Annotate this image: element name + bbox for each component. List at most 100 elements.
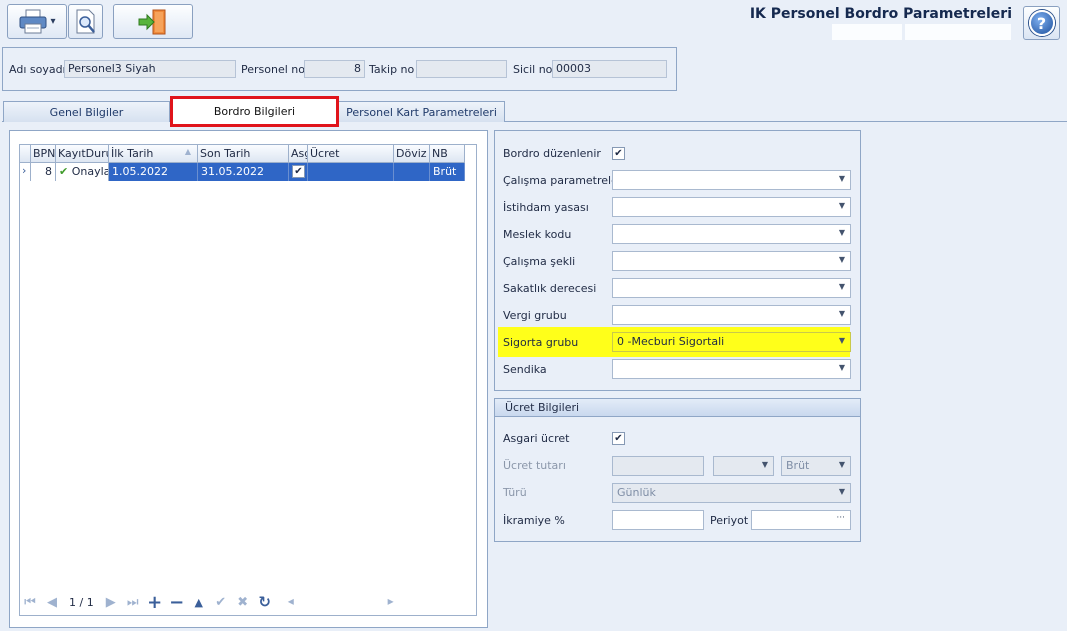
chevron-down-icon: ▼ <box>838 487 845 496</box>
column-nb[interactable]: NB <box>430 145 465 163</box>
row-indicator: › <box>20 163 31 181</box>
column-son-tarih[interactable]: Son Tarih <box>198 145 289 163</box>
horizontal-scrollbar[interactable]: ◂ ▸ <box>283 593 396 611</box>
chevron-down-icon: ▼ <box>838 460 845 469</box>
print-dropdown-icon[interactable]: ▾ <box>50 16 55 27</box>
exit-button[interactable] <box>113 4 193 39</box>
column-ilk-tarih[interactable]: İlk Tarih ▲ <box>109 145 198 163</box>
chevron-down-icon: ▼ <box>838 255 845 264</box>
brut-net-value: Brüt <box>786 459 810 472</box>
printer-icon <box>19 9 47 33</box>
calisma-parametreleri-select[interactable]: ▼ <box>612 170 851 190</box>
istihdam-yasasi-select[interactable]: ▼ <box>612 197 851 217</box>
name-field: Personel3 Siyah <box>64 60 236 78</box>
ellipsis-icon[interactable]: ··· <box>836 513 845 523</box>
sakatlik-derecesi-select[interactable]: ▼ <box>612 278 851 298</box>
help-button[interactable]: ? <box>1023 6 1060 40</box>
chevron-down-icon: ▼ <box>761 460 768 469</box>
calisma-sekli-label: Çalışma şekli <box>503 255 576 268</box>
print-preview-button[interactable] <box>68 4 103 39</box>
confirm-edit-icon[interactable]: ✔ <box>210 591 232 613</box>
bordro-duzenlenir-label: Bordro düzenlenir <box>503 147 601 160</box>
column-bpn[interactable]: BPN <box>31 145 56 163</box>
vergi-grubu-select[interactable]: ▼ <box>612 305 851 325</box>
tab-genel-bilgiler[interactable]: Genel Bilgiler <box>3 101 170 122</box>
move-up-icon[interactable]: ▲ <box>188 591 210 613</box>
column-ilk-tarih-label: İlk Tarih <box>111 147 154 160</box>
brut-net-select[interactable]: Brüt ▼ <box>781 456 851 476</box>
ucret-bilgileri-group: Ücret Bilgileri Asgari ücret ✔ Ücret tut… <box>494 398 861 542</box>
turu-label: Türü <box>503 486 527 499</box>
first-record-icon[interactable]: ⏮ <box>19 591 41 613</box>
sendika-select[interactable]: ▼ <box>612 359 851 379</box>
personnel-header-panel: Adı soyadı Personel3 Siyah Personel no 8… <box>2 47 677 91</box>
bordro-duzenlenir-checkbox[interactable]: ✔ <box>612 147 625 160</box>
cell-ilk-tarih: 1.05.2022 <box>109 163 198 181</box>
meslek-kodu-label: Meslek kodu <box>503 228 572 241</box>
ucret-tutari-label: Ücret tutarı <box>503 459 566 472</box>
title-decoration <box>832 24 902 40</box>
grid-row-indicator-header <box>20 145 31 163</box>
cell-nb: Brüt <box>430 163 465 181</box>
sort-ascending-icon: ▲ <box>184 147 191 156</box>
chevron-down-icon: ▼ <box>838 309 845 318</box>
sigorta-grubu-label: Sigorta grubu <box>503 336 579 349</box>
delete-record-icon[interactable]: − <box>166 591 188 613</box>
istihdam-yasasi-label: İstihdam yasası <box>503 201 589 214</box>
currency-select[interactable]: ▼ <box>713 456 774 476</box>
periyot-input[interactable]: ··· <box>751 510 851 530</box>
personel-no-field: 8 <box>304 60 365 78</box>
sigorta-grubu-select[interactable]: 0 -Mecburi Sigortali ▼ <box>612 332 851 352</box>
chevron-down-icon: ▼ <box>838 228 845 237</box>
chevron-down-icon: ▼ <box>838 282 845 291</box>
meslek-kodu-select[interactable]: ▼ <box>612 224 851 244</box>
last-record-icon[interactable]: ⏭ <box>122 591 144 613</box>
asgari-ucret-checkbox[interactable]: ✔ <box>612 432 625 445</box>
title-decoration <box>905 24 1011 40</box>
asgari-ucret-label: Asgari ücret <box>503 432 570 445</box>
vergi-grubu-label: Vergi grubu <box>503 309 567 322</box>
column-kayit-durumu[interactable]: KayıtDurumu <box>56 145 109 163</box>
sigorta-grubu-value: 0 -Mecburi Sigortali <box>617 335 725 348</box>
takip-no-field <box>416 60 507 78</box>
calisma-sekli-select[interactable]: ▼ <box>612 251 851 271</box>
scroll-right-icon[interactable]: ▸ <box>388 594 394 608</box>
next-record-icon[interactable]: ▶ <box>100 591 122 613</box>
cell-asgari: ✔ <box>289 163 308 181</box>
cell-bpn: 8 <box>31 163 56 181</box>
sicil-no-field: 00003 <box>552 60 667 78</box>
bordro-grid[interactable]: BPN KayıtDurumu İlk Tarih ▲ Son Tarih As… <box>19 144 477 616</box>
approved-check-icon: ✔ <box>59 165 69 178</box>
exit-door-icon <box>138 9 166 34</box>
tab-personel-kart-parametreleri[interactable]: Personel Kart Parametreleri <box>338 101 505 122</box>
ikramiye-input[interactable] <box>612 510 704 530</box>
bordro-params-panel: Bordro düzenlenir ✔ Çalışma parametreler… <box>494 130 861 391</box>
tab-bordro-bilgileri[interactable]: Bordro Bilgileri <box>170 96 339 127</box>
refresh-icon[interactable]: ↻ <box>254 591 276 613</box>
print-preview-icon <box>76 9 95 33</box>
turu-value: Günlük <box>617 486 656 499</box>
print-button[interactable]: ▾ <box>7 4 67 39</box>
cell-status-text: Onaylandı <box>71 165 108 178</box>
cancel-edit-icon[interactable]: ✖ <box>232 591 254 613</box>
column-ucret[interactable]: Ücret <box>308 145 394 163</box>
add-record-icon[interactable]: + <box>144 591 166 613</box>
ikramiye-label: İkramiye % <box>503 514 565 527</box>
calisma-parametreleri-label: Çalışma parametreleri <box>503 174 626 187</box>
personel-no-label: Personel no <box>241 63 305 76</box>
column-asgari[interactable]: Asgari <box>289 145 308 163</box>
scroll-left-icon[interactable]: ◂ <box>288 594 294 608</box>
cell-asgari-checkbox[interactable]: ✔ <box>292 165 305 178</box>
column-doviz[interactable]: Döviz <box>394 145 430 163</box>
previous-record-icon[interactable]: ◀ <box>41 591 63 613</box>
cell-ucret <box>308 163 394 181</box>
chevron-down-icon: ▼ <box>838 336 845 345</box>
turu-select[interactable]: Günlük ▼ <box>612 483 851 503</box>
sakatlik-derecesi-label: Sakatlık derecesi <box>503 282 597 295</box>
ucret-tutari-field[interactable] <box>612 456 704 476</box>
window-title: IK Personel Bordro Parametreleri <box>749 6 1012 22</box>
chevron-down-icon: ▼ <box>838 201 845 210</box>
sendika-label: Sendika <box>503 363 547 376</box>
ucret-bilgileri-title: Ücret Bilgileri <box>495 399 860 417</box>
takip-no-label: Takip no <box>369 63 415 76</box>
